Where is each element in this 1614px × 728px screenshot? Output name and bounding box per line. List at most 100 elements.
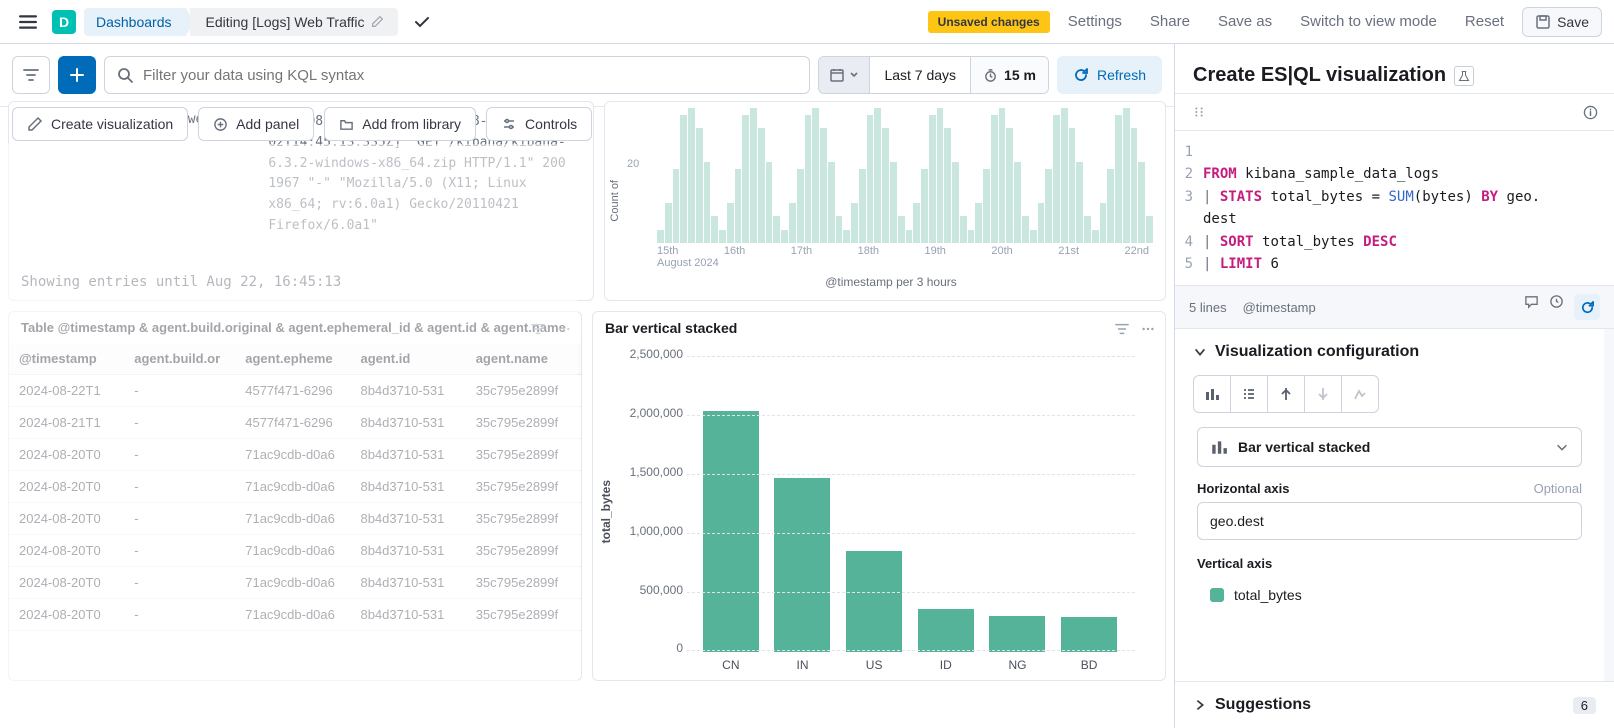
annotations-layer-icon[interactable] <box>1230 375 1268 413</box>
hamburger-menu-icon[interactable] <box>12 6 44 38</box>
table-row[interactable]: 2024-08-20T0-71ac9cdb-d0a68b4d3710-53135… <box>9 599 581 631</box>
histogram-bar <box>665 203 672 244</box>
chart-type-selector[interactable]: Bar vertical stacked <box>1197 427 1582 467</box>
chart-gridline <box>687 592 1135 593</box>
line-number: 1 <box>1181 141 1203 163</box>
unsaved-changes-badge: Unsaved changes <box>928 11 1050 33</box>
histogram-bar <box>1092 230 1099 244</box>
chevron-down-icon <box>1555 440 1569 454</box>
sidepanel-body: Visualization configuration Bar vertical… <box>1175 329 1614 681</box>
save-button[interactable]: Save <box>1522 7 1602 37</box>
vertical-axis-field[interactable]: total_bytes <box>1197 577 1582 613</box>
panel-options-icon[interactable] <box>553 318 575 340</box>
beaker-icon[interactable] <box>1454 66 1474 86</box>
chart-ytick: 2,500,000 <box>615 347 683 361</box>
check-icon <box>414 14 430 30</box>
settings-link[interactable]: Settings <box>1058 7 1132 36</box>
table-row[interactable]: 2024-08-20T0-71ac9cdb-d0a68b4d3710-53135… <box>9 471 581 503</box>
histogram-xtick: 22nd <box>1125 245 1149 257</box>
kql-input[interactable] <box>143 67 797 84</box>
calendar-button[interactable] <box>819 57 870 93</box>
kql-search[interactable] <box>104 56 810 94</box>
histogram-bar <box>1084 216 1091 243</box>
table-header[interactable]: agent.build.or <box>124 343 235 375</box>
chart-xtick: ID <box>918 658 974 672</box>
histogram-xtick: 17th <box>791 245 812 257</box>
add-from-library-button[interactable]: Add from library <box>324 107 476 141</box>
refresh-button[interactable]: Refresh <box>1057 56 1162 94</box>
histogram-bar <box>1100 203 1107 244</box>
refresh-interval[interactable]: 15 m <box>971 57 1048 93</box>
panel-filter-icon[interactable] <box>1111 318 1133 340</box>
histogram-bar <box>781 230 788 244</box>
viz-layer-icons <box>1193 375 1586 413</box>
chart-xtick: NG <box>989 658 1045 672</box>
histogram-bar <box>828 162 835 243</box>
suggestions-toggle[interactable]: Suggestions 6 <box>1175 681 1614 728</box>
table-header[interactable]: agent.id <box>350 343 465 375</box>
metric-color-swatch <box>1210 588 1224 602</box>
date-range-label[interactable]: Last 7 days <box>870 57 971 93</box>
vertical-axis-label: Vertical axis <box>1175 556 1604 577</box>
sidepanel-title: Create ES|QL visualization <box>1193 64 1446 87</box>
line-number: 5 <box>1181 253 1203 275</box>
table-header[interactable]: agent.epheme <box>235 343 350 375</box>
space-avatar[interactable]: D <box>52 10 76 34</box>
switch-view-link[interactable]: Switch to view mode <box>1290 7 1447 36</box>
controls-button[interactable]: Controls <box>486 107 592 141</box>
histogram-bar <box>1138 162 1145 243</box>
table-row[interactable]: 2024-08-20T0-71ac9cdb-d0a68b4d3710-53135… <box>9 535 581 567</box>
histogram-bar <box>890 162 897 243</box>
table-header[interactable]: agent.name <box>466 343 581 375</box>
histogram-bar <box>983 169 990 243</box>
histogram-xtick: 16th <box>724 245 745 257</box>
history-icon[interactable] <box>1549 294 1564 320</box>
chart-gridline <box>687 474 1135 475</box>
add-layer-icon[interactable] <box>1304 375 1342 413</box>
side-panel: Create ES|QL visualization 1 2FROM kiban… <box>1174 44 1614 728</box>
add-panel-button[interactable]: Add panel <box>198 107 314 141</box>
histogram-bar <box>1022 216 1029 243</box>
save-icon <box>1535 14 1551 30</box>
table-row[interactable]: 2024-08-22T1-4577f471-62968b4d3710-53135… <box>9 375 581 407</box>
info-icon[interactable] <box>1578 100 1602 124</box>
breadcrumb-current[interactable]: Editing [Logs] Web Traffic <box>190 8 398 36</box>
table-row[interactable]: 2024-08-21T1-4577f471-62968b4d3710-53135… <box>9 407 581 439</box>
histogram-bar <box>921 169 928 243</box>
save-as-link[interactable]: Save as <box>1208 7 1282 36</box>
save-button-label: Save <box>1557 14 1589 30</box>
table-row[interactable]: 2024-08-20T0-71ac9cdb-d0a68b4d3710-53135… <box>9 503 581 535</box>
data-layer-icon[interactable] <box>1193 375 1231 413</box>
histogram-xlabel: @timestamp per 3 hours <box>629 269 1153 289</box>
pencil-icon <box>371 15 384 28</box>
chevron-down-icon <box>849 70 859 80</box>
histogram-bar <box>952 162 959 243</box>
dashboard-canvas: Last 7 days 15 m Refresh Create visualiz… <box>0 44 1174 728</box>
reference-line-icon[interactable] <box>1267 375 1305 413</box>
layer-settings-icon[interactable] <box>1341 375 1379 413</box>
horizontal-axis-field[interactable]: geo.dest <box>1197 502 1582 540</box>
query-toolbar: Last 7 days 15 m Refresh <box>0 44 1174 107</box>
panel-filter-icon[interactable] <box>527 318 549 340</box>
table-header[interactable]: @timestamp <box>9 343 124 375</box>
table-row[interactable]: 2024-08-20T0-71ac9cdb-d0a68b4d3710-53135… <box>9 567 581 599</box>
esql-editor[interactable]: 1 2FROM kibana_sample_data_logs 3| STATS… <box>1175 131 1614 285</box>
reset-link[interactable]: Reset <box>1455 7 1514 36</box>
timer-icon <box>983 68 998 83</box>
add-filter-button[interactable] <box>58 56 96 94</box>
feedback-icon[interactable] <box>1524 294 1539 320</box>
histogram-bar <box>673 169 680 243</box>
chart-bar <box>1061 617 1117 652</box>
sidepanel-header: Create ES|QL visualization <box>1175 44 1614 93</box>
bottom-panel-row: Table @timestamp & agent.build.original … <box>8 311 1166 681</box>
line-number: 3 <box>1181 186 1203 208</box>
panel-options-icon[interactable] <box>1137 318 1159 340</box>
filter-icon-button[interactable] <box>12 56 50 94</box>
create-visualization-button[interactable]: Create visualization <box>12 107 188 141</box>
share-link[interactable]: Share <box>1140 7 1200 36</box>
table-row[interactable]: 2024-08-20T0-71ac9cdb-d0a68b4d3710-53135… <box>9 439 581 471</box>
grip-icon[interactable] <box>1187 100 1211 124</box>
breadcrumb-dashboards[interactable]: Dashboards <box>84 8 186 36</box>
run-query-button[interactable] <box>1574 294 1600 320</box>
viz-config-toggle[interactable]: Visualization configuration <box>1175 329 1604 375</box>
